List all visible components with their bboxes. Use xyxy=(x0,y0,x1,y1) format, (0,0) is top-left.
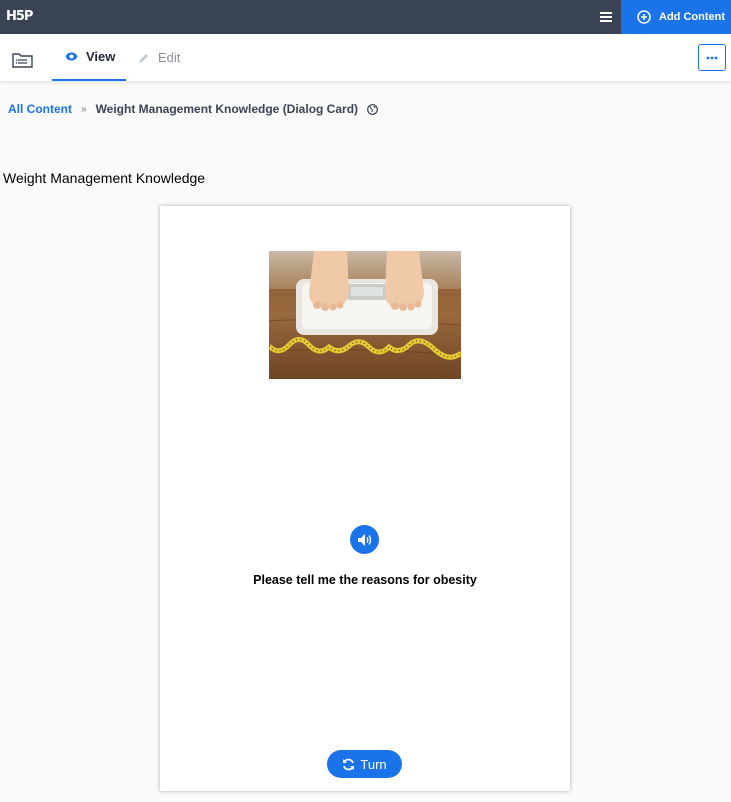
tab-edit-label: Edit xyxy=(158,50,181,65)
breadcrumb-all-content[interactable]: All Content xyxy=(8,102,72,116)
h5p-logo: H5P xyxy=(6,9,33,24)
add-content-button[interactable]: Add Content xyxy=(621,0,731,34)
add-content-label: Add Content xyxy=(659,11,725,23)
tab-edit[interactable]: Edit xyxy=(138,34,180,81)
pencil-icon xyxy=(139,53,148,63)
breadcrumb-separator: » xyxy=(81,103,87,115)
tab-bar: View Edit xyxy=(0,34,731,81)
audio-play-button[interactable] xyxy=(350,525,379,554)
hamburger-menu-icon[interactable] xyxy=(598,9,614,25)
card-image xyxy=(269,251,461,379)
plus-circle-icon xyxy=(637,10,651,24)
page-title: Weight Management Knowledge xyxy=(3,170,206,186)
turn-card-button[interactable]: Turn xyxy=(327,750,402,778)
dialog-card: Please tell me the reasons for obesity T… xyxy=(160,206,570,791)
refresh-icon xyxy=(343,758,355,770)
top-bar: H5P Add Content xyxy=(0,0,731,34)
tab-view-label: View xyxy=(86,49,116,64)
breadcrumb: All Content » Weight Management Knowledg… xyxy=(8,102,378,116)
speaker-icon xyxy=(357,533,371,546)
globe-icon xyxy=(367,103,378,115)
folder-icon[interactable] xyxy=(12,52,33,73)
turn-label: Turn xyxy=(360,756,387,772)
ellipsis-icon xyxy=(706,56,718,59)
more-options-button[interactable] xyxy=(698,44,726,71)
breadcrumb-current: Weight Management Knowledge (Dialog Card… xyxy=(95,102,359,116)
eye-icon xyxy=(65,52,78,61)
card-question-text: Please tell me the reasons for obesity xyxy=(253,573,477,587)
tab-view[interactable]: View xyxy=(52,34,126,81)
